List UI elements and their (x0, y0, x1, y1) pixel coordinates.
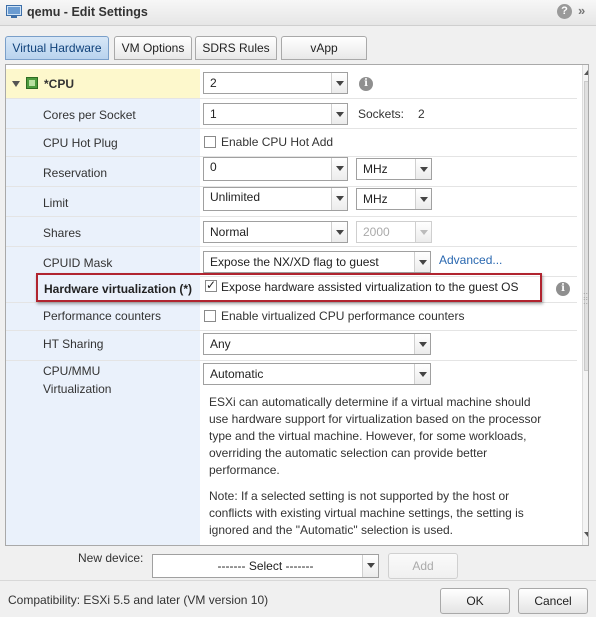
chevron-down-icon (331, 104, 347, 124)
limit-row: Limit Unlimited MHz (6, 187, 577, 217)
expand-icon[interactable]: » (578, 3, 585, 18)
cores-per-socket-row: Cores per Socket 1 Sockets: 2 (6, 99, 577, 129)
cpuid-mask-select[interactable]: Expose the NX/XD flag to guest (203, 251, 431, 273)
reservation-unit-value: MHz (363, 162, 388, 176)
chevron-down-icon (415, 222, 431, 242)
settings-panel: *CPU 2 i Cores per Socket 1 Sockets: 2 C… (5, 64, 589, 546)
sockets-label: Sockets: (358, 107, 405, 121)
window-title: qemu - Edit Settings (27, 5, 148, 19)
resize-grip-icon[interactable]: :::: (583, 291, 588, 306)
new-device-value: ------- Select ------- (217, 559, 314, 573)
tab-vm-options[interactable]: VM Options (114, 36, 192, 60)
performance-counters-label: Performance counters (43, 309, 162, 323)
performance-counters-row: Performance counters Enable virtualized … (6, 303, 577, 331)
cpuid-mask-label: CPUID Mask (43, 256, 113, 270)
limit-input[interactable]: Unlimited (203, 187, 348, 211)
compatibility-text: Compatibility: ESXi 5.5 and later (VM ve… (8, 593, 269, 607)
reservation-label: Reservation (43, 166, 108, 180)
shares-row: Shares Normal 2000 (6, 217, 577, 247)
cpu-mmu-value: Automatic (210, 367, 264, 381)
tab-virtual-hardware[interactable]: Virtual Hardware (5, 36, 109, 60)
new-device-select[interactable]: ------- Select ------- (152, 554, 379, 578)
chevron-down-icon (362, 555, 378, 577)
chevron-down-icon (415, 159, 431, 179)
reservation-unit-select[interactable]: MHz (356, 158, 432, 180)
limit-value: Unlimited (210, 190, 261, 204)
cpu-mmu-label-line1: CPU/MMU (43, 364, 101, 378)
chevron-down-icon (331, 158, 347, 180)
collapse-arrow-icon[interactable] (12, 81, 20, 87)
cpuid-mask-value: Expose the NX/XD flag to guest (210, 255, 379, 269)
label-bg (6, 187, 200, 216)
chevron-down-icon (414, 364, 430, 384)
cpu-count-select[interactable]: 2 (203, 72, 348, 94)
cpu-mmu-label-line2: Virtualization (43, 382, 112, 396)
advanced-link[interactable]: Advanced... (439, 253, 502, 267)
chevron-down-icon (414, 252, 430, 272)
label-bg (6, 217, 200, 246)
chevron-down-icon (331, 222, 347, 242)
shares-number-value: 2000 (363, 225, 390, 239)
scroll-up-icon[interactable] (583, 69, 588, 77)
title-bar: qemu - Edit Settings ? » (0, 0, 596, 26)
performance-counters-checkbox[interactable] (204, 310, 216, 322)
cpu-chip-icon (26, 77, 38, 89)
limit-label: Limit (43, 196, 69, 210)
ht-sharing-select[interactable]: Any (203, 333, 431, 355)
cores-per-socket-select[interactable]: 1 (203, 103, 348, 125)
cpu-hot-plug-label: CPU Hot Plug (43, 136, 118, 150)
ht-sharing-row: HT Sharing Any (6, 331, 577, 361)
cpu-mmu-note: Note: If a selected setting is not suppo… (209, 489, 524, 537)
chevron-down-icon (331, 188, 347, 210)
cancel-button[interactable]: Cancel (518, 588, 588, 614)
sockets-value: 2 (418, 107, 425, 121)
scroll-down-icon[interactable] (583, 531, 588, 539)
new-device-label: New device: (78, 551, 144, 565)
vm-icon (6, 5, 22, 18)
ok-button[interactable]: OK (440, 588, 510, 614)
footer-divider (0, 580, 596, 581)
cpu-mmu-select[interactable]: Automatic (203, 363, 431, 385)
cpu-header-label: *CPU (44, 77, 75, 91)
scroll-thumb[interactable] (584, 81, 588, 371)
shares-label: Shares (43, 226, 82, 240)
tab-vapp-options[interactable]: vApp Options (281, 36, 367, 77)
cpu-header-row: *CPU 2 i (6, 69, 577, 99)
ht-sharing-value: Any (210, 337, 231, 351)
cpu-mmu-description: ESXi can automatically determine if a vi… (209, 395, 542, 477)
ht-sharing-label: HT Sharing (43, 337, 104, 351)
cores-per-socket-label: Cores per Socket (43, 108, 136, 122)
limit-unit-value: MHz (363, 192, 388, 206)
cpu-hot-plug-row: CPU Hot Plug Enable CPU Hot Add (6, 129, 577, 157)
shares-select[interactable]: Normal (203, 221, 348, 243)
reservation-value: 0 (210, 160, 217, 174)
shares-number-select: 2000 (356, 221, 432, 243)
reservation-input[interactable]: 0 (203, 157, 348, 181)
info-icon[interactable]: i (556, 282, 570, 296)
cpu-hot-add-text: Enable CPU Hot Add (221, 135, 334, 149)
tab-sdrs-rules[interactable]: SDRS Rules (195, 36, 277, 60)
chevron-down-icon (414, 334, 430, 354)
cpu-count-value: 2 (210, 76, 217, 90)
chevron-down-icon (331, 73, 347, 93)
info-icon[interactable]: i (359, 77, 373, 91)
help-icon[interactable]: ? (557, 4, 572, 19)
cores-per-socket-value: 1 (210, 107, 217, 121)
shares-value: Normal (210, 225, 249, 239)
limit-unit-select[interactable]: MHz (356, 188, 432, 210)
chevron-down-icon (415, 189, 431, 209)
cpu-hot-add-checkbox[interactable] (204, 136, 216, 148)
performance-counters-text: Enable virtualized CPU performance count… (221, 309, 465, 323)
add-device-button[interactable]: Add (388, 553, 458, 579)
highlight-box (36, 273, 542, 302)
reservation-row: Reservation 0 MHz (6, 157, 577, 187)
